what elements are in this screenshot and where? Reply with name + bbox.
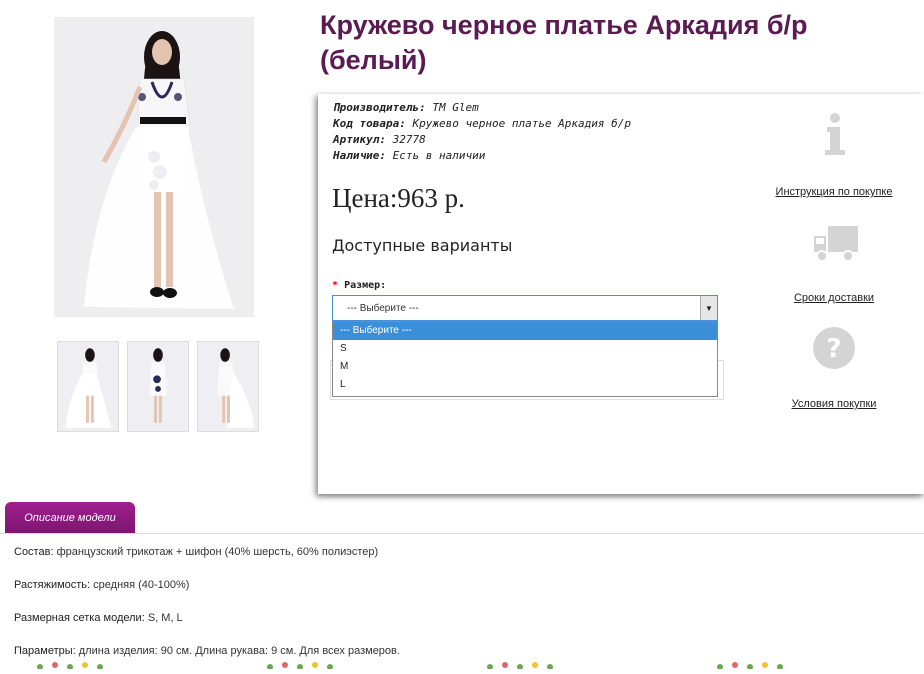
size-option[interactable]: --- Выберите ---	[333, 322, 717, 340]
required-mark: *	[332, 280, 339, 291]
question-icon: ?	[812, 326, 856, 370]
purchase-conditions-link[interactable]: Условия покупки	[770, 398, 898, 410]
stretch-label: Растяжимость:	[14, 579, 91, 591]
size-select[interactable]: --- Выберите --- ▼	[332, 295, 718, 321]
product-price: Цена:963 р.	[332, 183, 465, 213]
product-thumbnail-2[interactable]	[127, 341, 189, 432]
product-thumbnail-3[interactable]	[197, 341, 259, 432]
tab-description[interactable]: Описание модели	[5, 502, 135, 534]
info-icon	[818, 112, 852, 156]
product-main-image[interactable]	[54, 17, 254, 317]
description-stretch: Растяжимость: средняя (40-100%)	[14, 579, 189, 591]
product-thumbnail-1[interactable]	[57, 341, 119, 432]
chevron-down-icon[interactable]: ▼	[700, 296, 717, 320]
size-option[interactable]: L	[333, 376, 717, 394]
size-select-value: --- Выберите ---	[347, 303, 419, 314]
size-option[interactable]: M	[333, 358, 717, 376]
composition-value: французский трикотаж + шифон (40% шерсть…	[56, 546, 379, 558]
size-dropdown-list[interactable]: --- Выберите --- S M L	[332, 321, 718, 397]
code-value: Кружево черное платье Аркадия б/р	[412, 117, 632, 130]
manufacturer-label: Производитель:	[333, 101, 426, 114]
size-label: * Размер:	[332, 280, 386, 291]
delivery-terms-link[interactable]: Сроки доставки	[770, 292, 898, 304]
truck-icon	[812, 222, 860, 264]
size-option[interactable]: S	[333, 340, 717, 358]
product-meta: Производитель: TM Glem Код товара: Круже…	[333, 100, 631, 164]
sku-value: 32778	[392, 133, 426, 146]
manufacturer-value[interactable]: TM Glem	[432, 101, 478, 114]
stretch-value: средняя (40-100%)	[93, 579, 190, 591]
size-label-text: Размер:	[344, 280, 387, 291]
composition-label: Состав:	[14, 546, 54, 558]
stock-label: Наличие:	[333, 149, 386, 162]
product-title: Кружево черное платье Аркадия б/р (белый…	[320, 10, 808, 75]
description-sizes: Размерная сетка модели: S, M, L	[14, 612, 183, 624]
sizes-label: Размерная сетка модели:	[14, 612, 145, 624]
svg-text:?: ?	[826, 334, 841, 364]
description-composition: Состав: французский трикотаж + шифон (40…	[14, 546, 378, 558]
tab-divider	[0, 533, 924, 534]
sizes-value: S, M, L	[147, 612, 183, 624]
decorative-flower-border	[0, 656, 924, 670]
code-label: Код товара:	[333, 117, 406, 130]
options-heading: Доступные варианты	[332, 236, 513, 255]
stock-value: Есть в наличии	[392, 149, 486, 162]
sku-label: Артикул:	[333, 133, 386, 146]
purchase-instruction-link[interactable]: Инструкция по покупке	[770, 186, 898, 198]
